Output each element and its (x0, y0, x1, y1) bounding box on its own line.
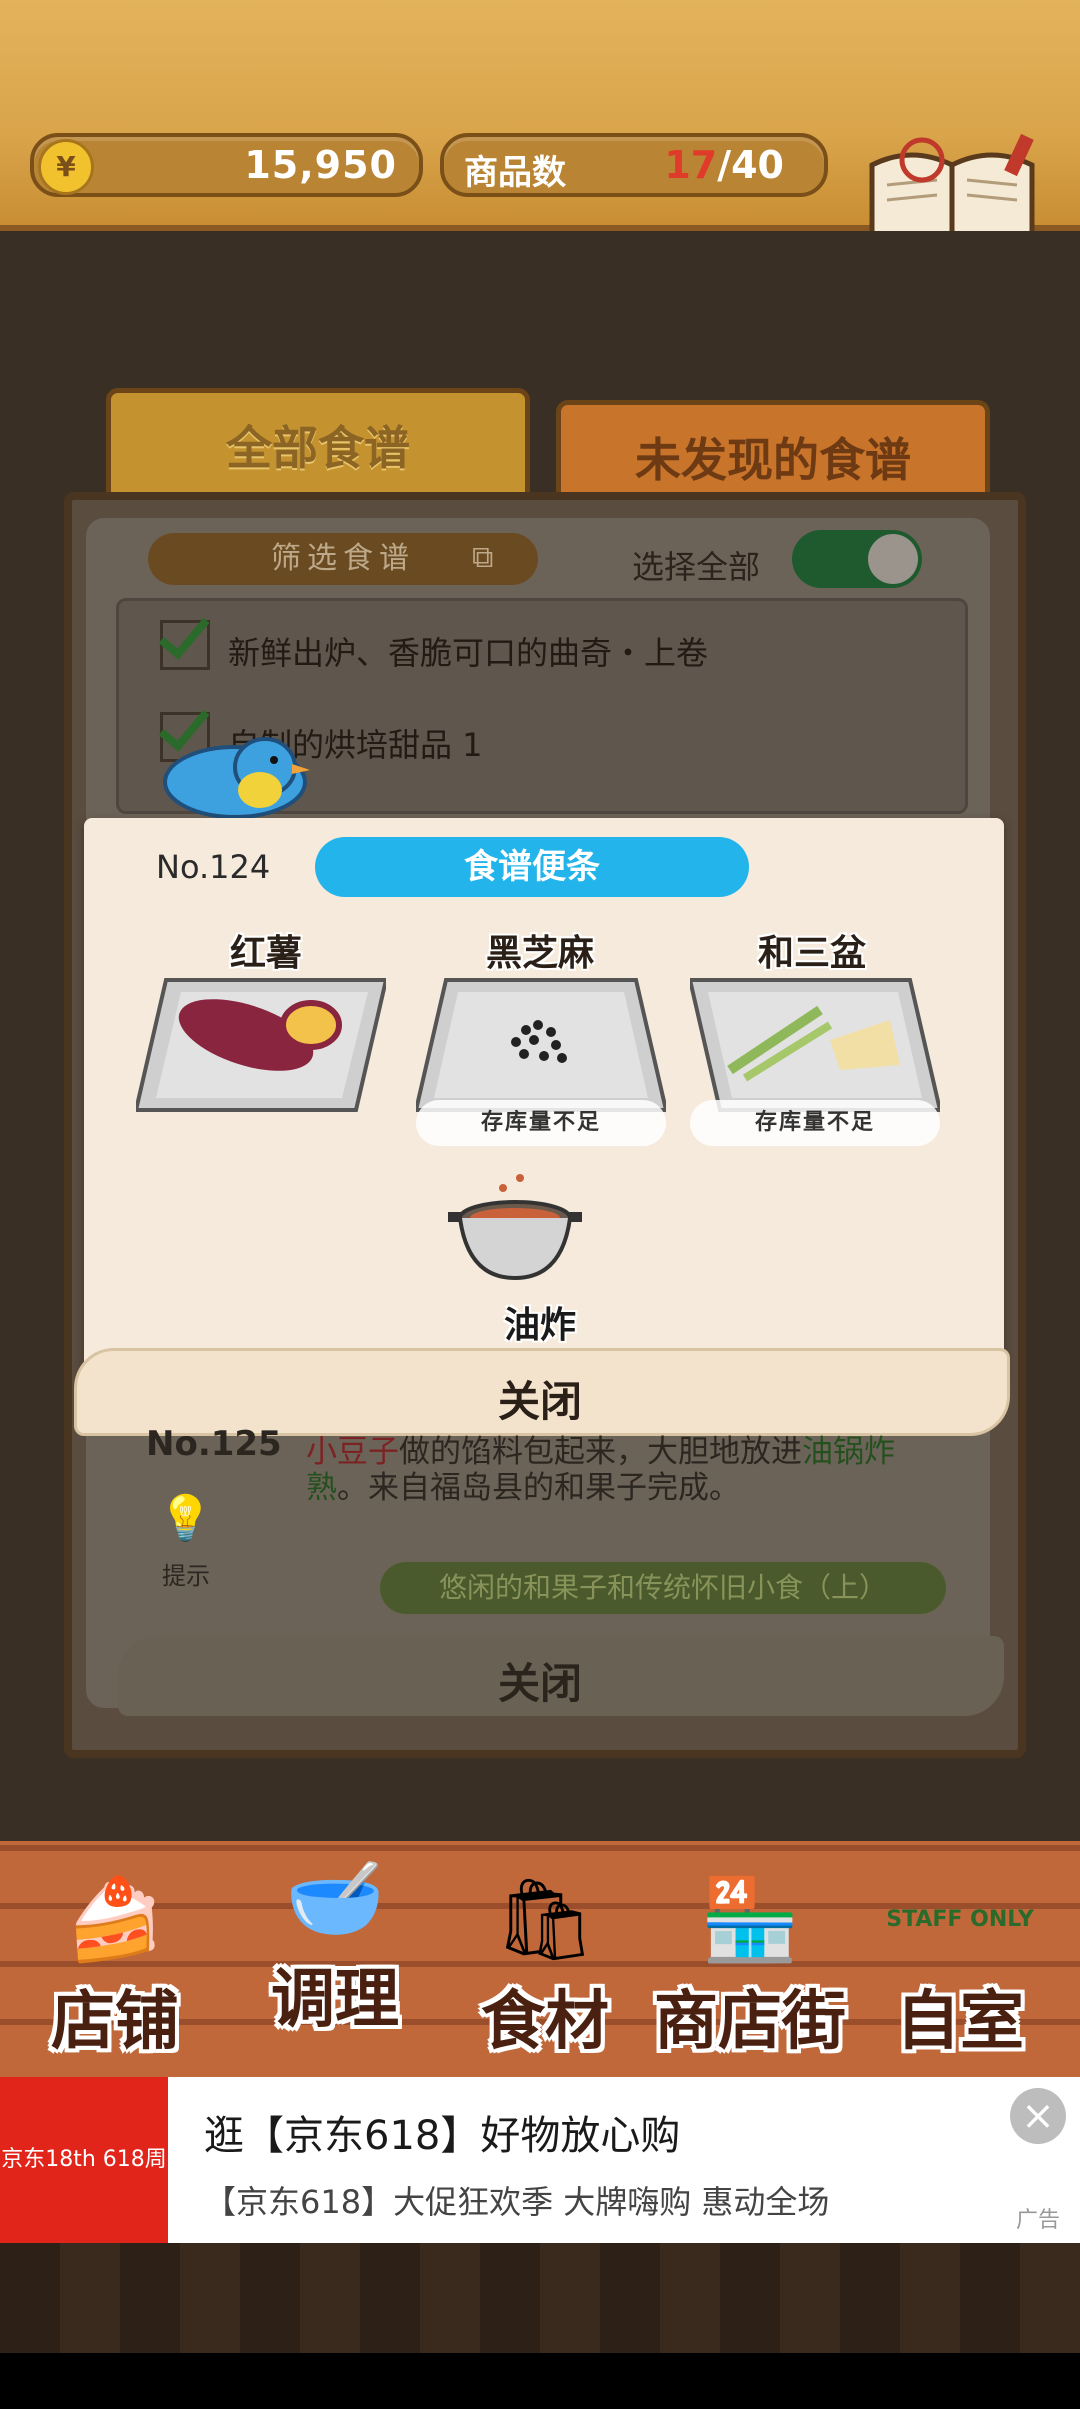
ad-subtitle: 【京东618】大促狂欢季 大牌嗨购 惠动全场 (204, 2183, 830, 2221)
toggle-knob (868, 534, 918, 584)
ad-tag: 广告 (1016, 2208, 1061, 2233)
bird-mascot-icon (163, 737, 310, 819)
nav-shop-label: 店铺 (51, 1985, 179, 2059)
black-sesame-tray-icon (416, 978, 666, 1112)
coin-value: 15,950 (244, 143, 397, 187)
low-stock-badge-3: 存库量不足 (690, 1100, 940, 1146)
select-all-label: 选择全部 (632, 548, 761, 586)
nav-cook[interactable]: 🥣 调理 (255, 1848, 415, 2040)
storefront-icon: 🏪 (700, 1873, 800, 1966)
ingredient-name-1: 红薯 (229, 933, 302, 974)
frying-pot-icon (448, 1174, 582, 1281)
nav-street[interactable]: 🏪 商店街 (640, 1870, 860, 2062)
flour-bag-icon: 🛍 (494, 1873, 596, 1966)
ad-logo: 京东18th 618周年庆 (0, 2077, 168, 2338)
product-count-value: 17/40 (664, 143, 784, 187)
ingredient-name-3: 和三盆 (757, 933, 866, 974)
floor-strip (0, 2243, 1080, 2353)
nav-room-label: 自室 (896, 1985, 1024, 2059)
nav-shop[interactable]: 🍰 店铺 (40, 1870, 190, 2062)
checkbox-filter-1[interactable] (160, 620, 210, 670)
behind-recipe-number: No.125 (146, 1424, 282, 1464)
hint-label: 提示 (162, 1562, 210, 1590)
ad-title: 逛【京东618】好物放心购 (204, 2113, 681, 2159)
nav-ingredients-label: 食材 (481, 1985, 609, 2059)
product-count-label: 商品数 (464, 153, 566, 193)
tab-all-recipes[interactable]: 全部食谱 (106, 388, 530, 508)
cake-icon: 🍰 (65, 1873, 165, 1966)
behind-close-button: 关闭 (497, 1659, 582, 1708)
external-link-icon: ⧉ (472, 540, 494, 575)
cooking-method: 油炸 (503, 1305, 576, 1346)
coin-icon: ¥ (38, 139, 94, 195)
desc-text-1: 做的馅料包起来，大胆地放进 (399, 1434, 802, 1470)
wasanbon-sugar-tray-icon (690, 978, 940, 1112)
nav-cook-label: 调理 (271, 1963, 399, 2037)
low-stock-badge-2: 存库量不足 (416, 1100, 666, 1146)
filter-item-1: 新鲜出炉、香脆可口的曲奇・上卷 (228, 634, 709, 672)
product-count-total: /40 (717, 143, 784, 187)
recipe-number: No.124 (156, 848, 271, 886)
nav-street-label: 商店街 (654, 1985, 846, 2059)
product-count: 商品数 17/40 (440, 133, 828, 197)
desc-text-2: 。来自福岛县的和果子完成。 (337, 1470, 740, 1506)
product-count-current: 17 (664, 143, 718, 187)
behind-category-tag: 悠闲的和果子和传统怀旧小食（上） (380, 1562, 946, 1614)
ad-banner[interactable]: 京东18th 618周年庆 逛【京东618】好物放心购 【京东618】大促狂欢季… (0, 2077, 1080, 2338)
desc-cooked: 熟 (306, 1470, 337, 1506)
nav-room[interactable]: STAFF ONLY 自室 (880, 1870, 1040, 2062)
ad-close-icon[interactable]: × (1010, 2088, 1066, 2144)
desc-red-bean: 小豆子 (306, 1434, 399, 1470)
ingredient-name-2: 黑芝麻 (485, 933, 594, 974)
coin-balance: ¥ 15,950 (30, 133, 423, 197)
sweet-potato-tray-icon (136, 978, 386, 1112)
desc-fry: 油锅炸 (802, 1434, 895, 1470)
lightbulb-icon[interactable]: 💡 (158, 1492, 213, 1544)
mixing-bowl-icon: 🥣 (285, 1851, 385, 1944)
note-close-button[interactable]: 关闭 (440, 1368, 640, 1429)
nav-ingredients[interactable]: 🛍 食材 (470, 1870, 620, 2062)
behind-recipe-description: 小豆子做的馅料包起来，大胆地放进油锅炸熟。来自福岛县的和果子完成。 (306, 1434, 946, 1506)
staff-only-sign-icon: STAFF ONLY (886, 1907, 1034, 1932)
recipe-note-title: 食谱便条 (315, 837, 749, 897)
system-nav-bar (0, 2353, 1080, 2400)
select-all-toggle[interactable] (792, 530, 922, 588)
